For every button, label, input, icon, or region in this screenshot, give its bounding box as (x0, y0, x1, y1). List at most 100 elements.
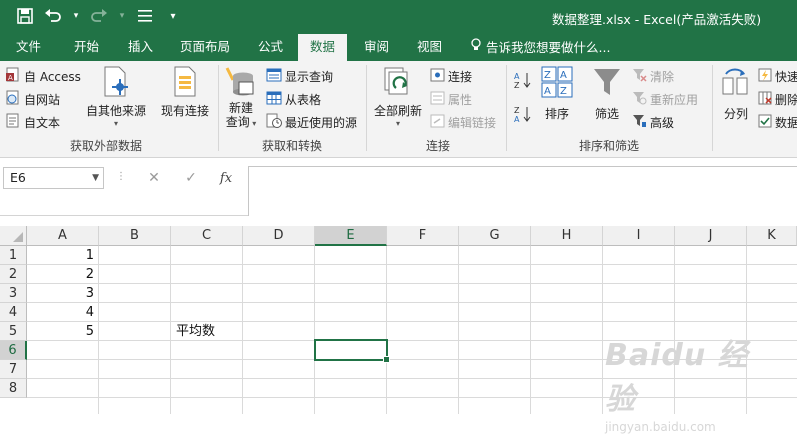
existing-connections-button[interactable]: 现有连接 (161, 65, 209, 119)
properties-icon (430, 91, 445, 108)
flash-fill-button[interactable]: 快速 (758, 66, 797, 86)
recent-sources-button[interactable]: 最近使用的源 (266, 112, 357, 132)
svg-text:Z: Z (560, 86, 567, 97)
reapply-icon (632, 91, 647, 108)
edit-links-button[interactable]: 编辑链接 (430, 112, 496, 132)
column-header-b[interactable]: B (99, 226, 171, 246)
sort-button[interactable]: ZAAZ 排序 (540, 65, 574, 122)
svg-text:Z: Z (514, 106, 520, 115)
name-box-dropdown-icon[interactable]: ▼ (92, 168, 99, 188)
row-header-7[interactable]: 7 (0, 360, 27, 379)
column-header-d[interactable]: D (243, 226, 315, 246)
cell-a5[interactable]: 5 (27, 322, 99, 341)
column-header-h[interactable]: H (531, 226, 603, 246)
filter-button[interactable]: 筛选 (590, 65, 624, 122)
column-header-k[interactable]: K (747, 226, 797, 246)
redo-dropdown-icon[interactable]: ▾ (118, 7, 126, 25)
web-icon (6, 90, 21, 108)
reapply-button[interactable]: 重新应用 (632, 89, 698, 109)
name-box[interactable]: E6 ▼ (3, 167, 104, 189)
lightbulb-icon (470, 35, 482, 61)
formula-bar-splitter[interactable]: ⋮ (116, 171, 127, 182)
row-header-2[interactable]: 2 (0, 265, 27, 284)
svg-text:A: A (514, 72, 520, 81)
tab-page-layout[interactable]: 页面布局 (178, 34, 232, 61)
grid-line (602, 246, 603, 414)
row-header-5[interactable]: 5 (0, 322, 27, 341)
text-to-columns-button[interactable]: 分列 (719, 65, 753, 122)
connections-icon (430, 68, 445, 85)
window-title: 数据整理.xlsx - Excel(产品激活失败) (552, 12, 762, 27)
new-query-button[interactable]: 新建 查询 ▾ (224, 65, 258, 131)
sort-icon: ZAAZ (540, 65, 574, 99)
tab-review[interactable]: 审阅 (362, 34, 391, 61)
remove-duplicates-button[interactable]: 删除 (758, 89, 797, 109)
active-cell-e6[interactable] (314, 339, 390, 363)
text-file-icon (6, 113, 21, 131)
cell-a3[interactable]: 3 (27, 284, 99, 303)
select-all-button[interactable] (0, 226, 27, 246)
show-queries-button[interactable]: 显示查询 (266, 66, 333, 86)
row-header-4[interactable]: 4 (0, 303, 27, 322)
tab-data[interactable]: 数据 (298, 34, 348, 61)
customize-qat-icon[interactable]: ▾ (164, 7, 182, 25)
column-header-e[interactable]: E (315, 226, 387, 246)
cell-a4[interactable]: 4 (27, 303, 99, 322)
formula-input[interactable] (248, 166, 797, 216)
column-header-j[interactable]: J (675, 226, 747, 246)
group-label-sort-filter: 排序和筛选 (579, 139, 640, 153)
undo-dropdown-icon[interactable]: ▾ (72, 7, 80, 25)
edit-links-icon (430, 114, 445, 131)
clear-filter-button[interactable]: 清除 (632, 66, 674, 86)
column-header-i[interactable]: I (603, 226, 675, 246)
cancel-entry-icon[interactable]: ✕ (143, 167, 165, 189)
tab-home[interactable]: 开始 (72, 34, 101, 61)
cell-a2[interactable]: 2 (27, 265, 99, 284)
show-queries-icon (266, 68, 282, 85)
undo-icon[interactable] (44, 7, 62, 25)
sort-ascending-icon: AZ (514, 71, 532, 92)
flash-fill-icon (758, 68, 772, 85)
tab-view[interactable]: 视图 (415, 34, 444, 61)
column-header-f[interactable]: F (387, 226, 459, 246)
refresh-all-button[interactable]: 全部刷新 ▾ (374, 65, 422, 128)
data-validation-button[interactable]: 数据 (758, 112, 797, 132)
group-separator (366, 65, 367, 151)
sort-desc-button[interactable]: ZA (514, 105, 532, 125)
properties-button[interactable]: 属性 (430, 89, 472, 109)
form-icon[interactable] (136, 7, 154, 25)
cell-a1[interactable]: 1 (27, 246, 99, 265)
other-sources-button[interactable]: 自其他来源 ▾ (86, 65, 146, 128)
tab-formulas[interactable]: 公式 (256, 34, 285, 61)
column-header-g[interactable]: G (459, 226, 531, 246)
connections-button[interactable]: 连接 (430, 66, 472, 86)
data-validation-icon (758, 114, 772, 131)
row-header-8[interactable]: 8 (0, 379, 27, 398)
sort-descending-icon: ZA (514, 105, 532, 126)
save-icon[interactable] (16, 7, 34, 25)
column-header-c[interactable]: C (171, 226, 243, 246)
row-header-6[interactable]: 6 (0, 341, 27, 360)
sort-asc-button[interactable]: AZ (514, 71, 532, 91)
grid-line (27, 378, 797, 379)
row-header-3[interactable]: 3 (0, 284, 27, 303)
from-access-button[interactable]: A 自 Access (6, 66, 81, 86)
row-header-1[interactable]: 1 (0, 246, 27, 265)
grid-line (674, 246, 675, 414)
from-text-button[interactable]: 自文本 (6, 112, 60, 132)
tab-insert[interactable]: 插入 (126, 34, 155, 61)
tab-file[interactable]: 文件 (14, 34, 43, 61)
column-header-a[interactable]: A (27, 226, 99, 246)
insert-function-icon[interactable]: fx (215, 167, 237, 189)
grid-line (386, 246, 387, 414)
from-web-button[interactable]: 自网站 (6, 89, 60, 109)
confirm-entry-icon[interactable]: ✓ (180, 167, 202, 189)
from-table-button[interactable]: 从表格 (266, 89, 321, 109)
tell-me-box[interactable]: 告诉我您想要做什么... (470, 34, 610, 61)
grid-line (27, 302, 797, 303)
svg-text:A: A (8, 74, 13, 82)
cell-c5[interactable]: 平均数 (171, 322, 243, 341)
text-to-columns-icon (719, 65, 753, 99)
redo-icon[interactable] (90, 7, 108, 25)
advanced-filter-button[interactable]: 高级 (632, 112, 674, 132)
